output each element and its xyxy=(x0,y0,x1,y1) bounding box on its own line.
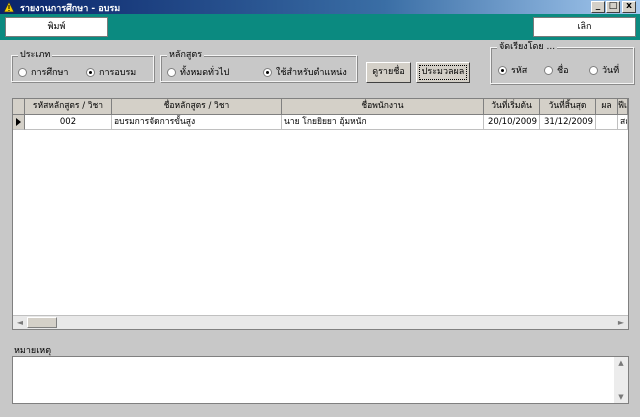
radio-unselected-icon xyxy=(18,67,27,77)
row-selector-header xyxy=(13,99,25,115)
results-grid[interactable]: รหัสหลักสูตร / วิชา ชื่อหลักสูตร / วิชา … xyxy=(12,98,629,330)
radio-selected-icon xyxy=(86,67,95,77)
sort-option-name[interactable]: ชื่อ xyxy=(544,63,569,77)
cell-course-name[interactable]: อบรมการจัดการขั้นสูง xyxy=(112,115,282,130)
course-option-all[interactable]: ทั้งหมดทั่วไป xyxy=(167,65,229,79)
cancel-button[interactable]: เลิก xyxy=(533,17,636,37)
course-group: หลักสูตร ทั้งหมดทั่วไป ใช้สำหรับตำแหน่ง xyxy=(160,50,357,82)
sort-option-name-label: ชื่อ xyxy=(557,66,569,76)
note-textarea[interactable]: ▲ ▼ xyxy=(12,356,629,404)
vertical-scrollbar[interactable]: ▲ ▼ xyxy=(614,357,628,403)
column-header-result[interactable]: ผล xyxy=(596,99,618,115)
close-button[interactable]: x xyxy=(622,1,636,13)
table-row[interactable]: 002 อบรมการจัดการขั้นสูง นาย โกยยิยยา อุ… xyxy=(13,115,628,130)
cell-end-date[interactable]: 31/12/2009 xyxy=(540,115,596,130)
sort-option-code[interactable]: รหัส xyxy=(498,63,527,77)
column-header-more[interactable]: ฟีเ xyxy=(618,99,628,115)
scroll-left-icon[interactable]: ◄ xyxy=(14,317,26,328)
sort-option-date-label: วันที่ xyxy=(602,66,620,76)
radio-selected-icon xyxy=(498,65,507,75)
column-header-course-name[interactable]: ชื่อหลักสูตร / วิชา xyxy=(112,99,282,115)
scroll-down-icon[interactable]: ▼ xyxy=(615,392,627,402)
maximize-button[interactable]: □ xyxy=(606,1,620,13)
sort-group-legend: จัดเรียงโดย ... xyxy=(497,42,558,52)
note-label: หมายเหตุ xyxy=(14,346,52,356)
type-option-training[interactable]: การอบรม xyxy=(86,65,136,79)
grid-header: รหัสหลักสูตร / วิชา ชื่อหลักสูตร / วิชา … xyxy=(13,99,628,115)
course-group-legend: หลักสูตร xyxy=(167,50,205,60)
app-warning-icon xyxy=(3,1,15,13)
radio-unselected-icon xyxy=(589,65,598,75)
cell-employee[interactable]: นาย โกยยิยยา อุ้มหนัก xyxy=(282,115,484,130)
radio-unselected-icon xyxy=(167,67,176,77)
cell-more[interactable]: สถ xyxy=(618,115,628,130)
column-header-employee[interactable]: ชื่อพนักงาน xyxy=(282,99,484,115)
cell-start-date[interactable]: 20/10/2009 xyxy=(484,115,540,130)
type-option-study[interactable]: การศึกษา xyxy=(18,65,69,79)
column-header-code[interactable]: รหัสหลักสูตร / วิชา xyxy=(25,99,112,115)
window-title: รายงานการศึกษา - อบรม xyxy=(20,4,121,14)
evaluate-button[interactable]: ประมวลผล xyxy=(416,62,470,83)
current-row-arrow-icon xyxy=(13,115,25,130)
scroll-thumb[interactable] xyxy=(27,317,57,328)
column-header-end-date[interactable]: วันที่สิ้นสุด xyxy=(540,99,596,115)
type-group-legend: ประเภท xyxy=(18,50,53,60)
type-group: ประเภท การศึกษา การอบรม xyxy=(11,50,154,82)
app-window: รายงานการศึกษา - อบรม _ □ x พิมพ์ เลิก ป… xyxy=(0,0,640,417)
cell-code[interactable]: 002 xyxy=(25,115,112,130)
column-header-start-date[interactable]: วันที่เริ่มต้น xyxy=(484,99,540,115)
type-option-study-label: การศึกษา xyxy=(31,68,69,78)
sort-option-code-label: รหัส xyxy=(511,66,528,76)
view-list-button[interactable]: ดูรายชื่อ xyxy=(366,62,411,83)
radio-unselected-icon xyxy=(544,65,553,75)
scroll-up-icon[interactable]: ▲ xyxy=(615,358,627,368)
horizontal-scrollbar[interactable]: ◄ ► xyxy=(13,315,628,329)
radio-selected-icon xyxy=(263,67,272,77)
toolbar: พิมพ์ เลิก xyxy=(0,14,640,40)
cell-result[interactable] xyxy=(596,115,618,130)
course-option-position[interactable]: ใช้สำหรับตำแหน่ง xyxy=(263,65,347,79)
print-button[interactable]: พิมพ์ xyxy=(5,17,108,37)
course-option-all-label: ทั้งหมดทั่วไป xyxy=(180,68,230,78)
title-bar: รายงานการศึกษา - อบรม _ □ x xyxy=(0,0,640,14)
scroll-right-icon[interactable]: ► xyxy=(615,317,627,328)
sort-option-date[interactable]: วันที่ xyxy=(589,63,619,77)
minimize-button[interactable]: _ xyxy=(591,1,605,13)
course-option-position-label: ใช้สำหรับตำแหน่ง xyxy=(276,68,347,78)
type-option-training-label: การอบรม xyxy=(99,68,137,78)
sort-group: จัดเรียงโดย ... รหัส ชื่อ วันที่ xyxy=(490,42,634,84)
